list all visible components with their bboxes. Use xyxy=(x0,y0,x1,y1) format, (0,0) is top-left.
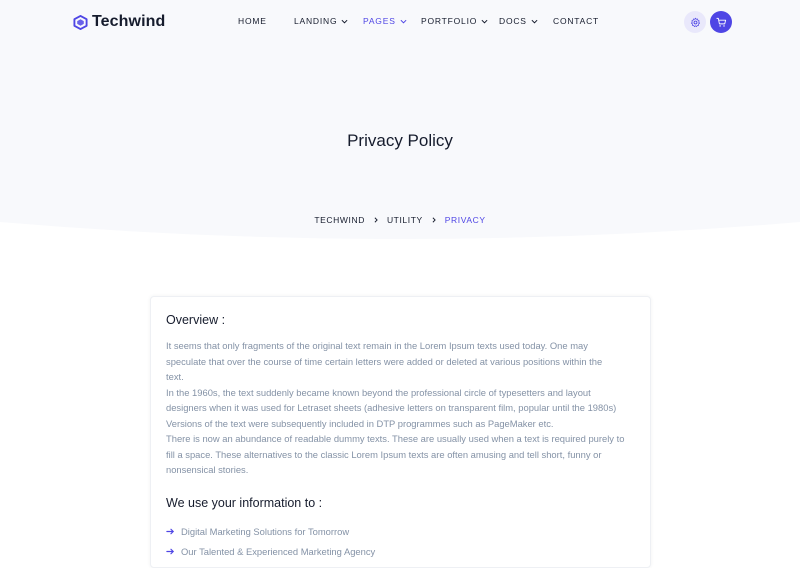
cart-icon xyxy=(715,17,726,27)
nav-item-pages[interactable]: Pages xyxy=(363,16,407,26)
arrow-right-icon xyxy=(166,548,175,554)
chevron-down-icon xyxy=(531,19,538,24)
overview-line: There is now an abundance of readable du… xyxy=(166,433,625,444)
logo-icon xyxy=(73,14,88,30)
nav-item-label: Pages xyxy=(363,16,396,26)
chevron-right-icon xyxy=(432,217,436,223)
breadcrumb-item-techwind[interactable]: Techwind xyxy=(314,215,365,225)
overview-line: text. xyxy=(166,371,184,382)
nav-item-label: Home xyxy=(238,16,267,26)
chevron-down-icon xyxy=(481,19,488,24)
page-title: Privacy Policy xyxy=(347,131,453,151)
breadcrumb-item-privacy: Privacy xyxy=(444,215,486,225)
hero-curve xyxy=(0,222,800,262)
nav-item-home[interactable]: Home xyxy=(238,16,267,26)
arrow-right-icon xyxy=(166,528,175,534)
nav-item-label: Docs xyxy=(499,16,527,26)
chevron-down-icon xyxy=(341,19,348,24)
brand-name: Techwind xyxy=(92,13,166,30)
overview-heading: Overview : xyxy=(166,313,226,327)
overview-line: designers when it was used for Letraset … xyxy=(166,402,617,413)
breadcrumb-item-utility[interactable]: Utility xyxy=(387,215,423,225)
nav-item-label: Contact xyxy=(553,16,600,26)
settings-button[interactable] xyxy=(684,11,706,33)
nav-item-docs[interactable]: Docs xyxy=(499,16,538,26)
cart-button[interactable] xyxy=(710,11,732,33)
chevron-down-icon xyxy=(400,19,407,24)
use-info-list: Digital Marketing Solutions for Tomorrow… xyxy=(166,521,375,561)
brand-logo[interactable]: Techwind xyxy=(73,12,165,32)
overview-line: Versions of the text were subsequently i… xyxy=(166,417,554,429)
gear-icon xyxy=(690,17,700,27)
nav-item-label: Landing xyxy=(294,16,338,26)
breadcrumb: Techwind Utility Privacy xyxy=(0,215,800,225)
overview-line: fill a space. These alternatives to the … xyxy=(166,448,602,460)
list-item: Our Talented & Experienced Marketing Age… xyxy=(166,541,375,561)
list-item-label: Digital Marketing Solutions for Tomorrow xyxy=(181,525,350,537)
policy-card: Overview : It seems that only fragments … xyxy=(150,296,651,568)
overview-line: It seems that only fragments of the orig… xyxy=(166,340,588,351)
hero-background xyxy=(0,0,800,240)
nav-item-label: Portfolio xyxy=(421,16,478,26)
list-item-label: Our Talented & Experienced Marketing Age… xyxy=(181,545,376,557)
overview-line: In the 1960s, the text suddenly became k… xyxy=(166,386,591,398)
nav-item-landing[interactable]: Landing xyxy=(294,16,348,26)
overview-line: speculate that over the course of time c… xyxy=(166,355,603,367)
use-info-heading: We use your information to : xyxy=(166,496,323,510)
overview-line: nonsensical stories. xyxy=(166,464,249,475)
chevron-right-icon xyxy=(374,217,378,223)
nav-item-portfolio[interactable]: Portfolio xyxy=(421,16,488,26)
overview-text: It seems that only fragments of the orig… xyxy=(166,338,636,478)
nav-item-contact[interactable]: Contact xyxy=(553,16,599,26)
list-item: Digital Marketing Solutions for Tomorrow xyxy=(166,521,375,541)
